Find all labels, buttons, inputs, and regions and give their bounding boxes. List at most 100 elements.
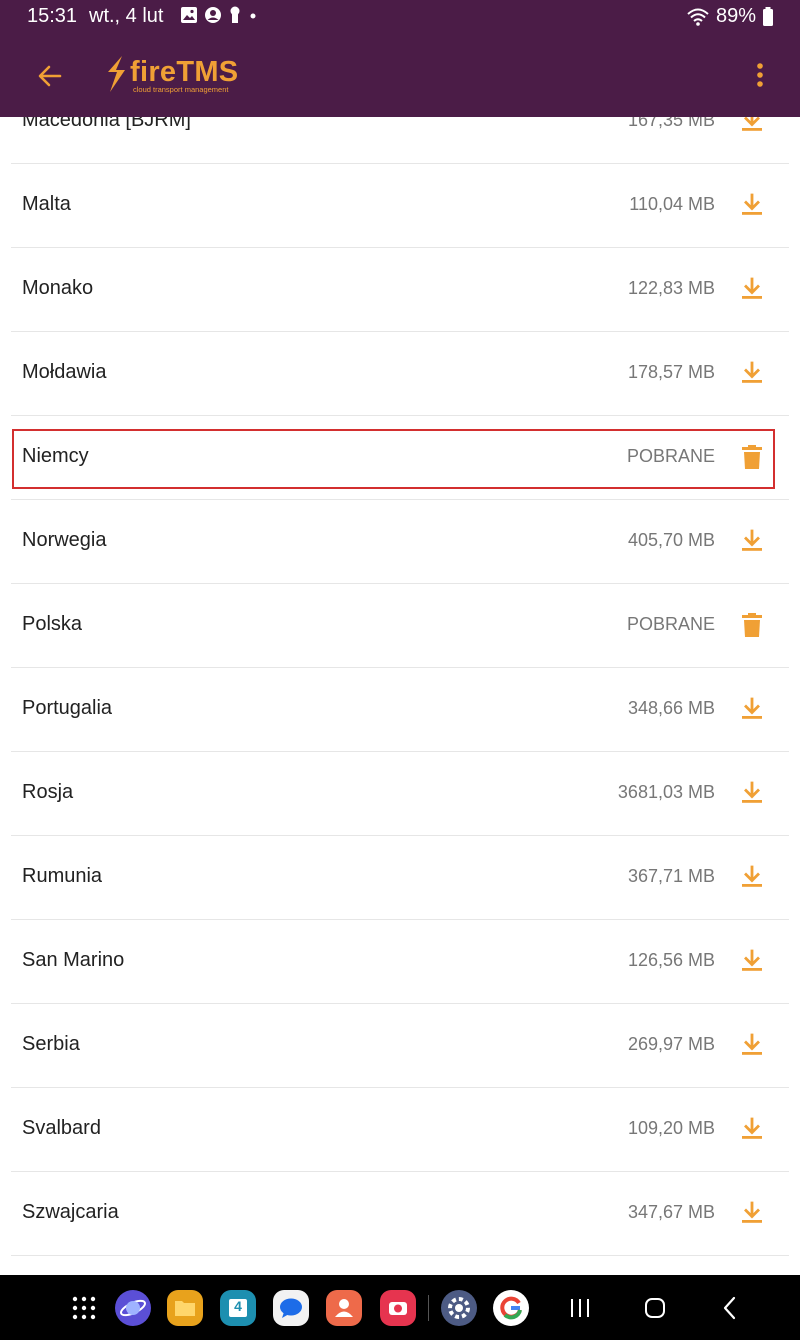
country-name: Rumunia	[22, 865, 103, 887]
list-item[interactable]: Serbia 269,97 MB	[11, 1004, 789, 1088]
calendar-app[interactable]: 4	[220, 1290, 256, 1326]
download-icon	[742, 117, 762, 131]
country-map-list[interactable]: Macedonia [BJRM] 167,35 MB Malta 110,04 MB…	[0, 117, 800, 1275]
list-item[interactable]: Monako 122,83 MB	[11, 248, 789, 332]
map-size: 269,97 MB	[627, 1034, 715, 1054]
download-icon	[742, 865, 762, 887]
apps-grid-icon	[72, 1296, 96, 1320]
download-button[interactable]	[737, 862, 767, 892]
map-size: 178,57 MB	[627, 362, 715, 382]
list-item[interactable]: Norwegia 405,70 MB	[11, 500, 789, 584]
brand-tagline: cloud transport management	[133, 85, 229, 94]
list-item[interactable]: Macedonia [BJRM] 167,35 MB	[11, 117, 789, 164]
country-name: Szwajcaria	[22, 1201, 119, 1223]
firetms-logo: fireTMS cloud transport management	[104, 55, 244, 95]
map-size: 167,35 MB	[627, 117, 715, 130]
settings-app[interactable]	[441, 1290, 477, 1326]
download-button[interactable]	[737, 358, 767, 388]
download-icon	[742, 949, 762, 971]
list-item[interactable]: Svalbard 109,20 MB	[11, 1088, 789, 1172]
system-taskbar: 4	[0, 1275, 800, 1340]
country-name: Macedonia [BJRM]	[22, 117, 191, 131]
download-status: POBRANE	[626, 446, 715, 466]
list-item[interactable]: Malta 110,04 MB	[11, 164, 789, 248]
google-icon	[500, 1296, 522, 1320]
download-button[interactable]	[737, 778, 767, 808]
map-size: 405,70 MB	[627, 530, 715, 550]
map-size: 126,56 MB	[627, 950, 715, 970]
download-icon	[742, 697, 762, 719]
delete-button[interactable]	[737, 442, 767, 472]
back-button[interactable]	[34, 60, 66, 92]
download-icon	[742, 1201, 762, 1223]
map-size: 347,67 MB	[627, 1202, 715, 1222]
chevron-left-icon	[723, 1296, 736, 1320]
download-button[interactable]	[737, 190, 767, 220]
country-name: Monako	[22, 277, 94, 299]
trash-icon	[742, 613, 762, 637]
country-name: Portugalia	[22, 697, 113, 719]
country-name: Serbia	[22, 1033, 80, 1055]
list-item[interactable]: Mołdawia 178,57 MB	[11, 332, 789, 416]
list-item[interactable]: Portugalia 348,66 MB	[11, 668, 789, 752]
contacts-app[interactable]	[326, 1290, 362, 1326]
wifi-icon	[687, 8, 709, 26]
settings-icon	[448, 1297, 470, 1319]
download-icon	[742, 361, 762, 383]
map-size: 367,71 MB	[627, 866, 715, 886]
account-icon	[205, 7, 221, 23]
country-name: Niemcy	[22, 445, 89, 467]
download-icon	[742, 529, 762, 551]
download-icon	[742, 1033, 762, 1055]
system-back-button[interactable]	[714, 1293, 746, 1323]
map-size: 109,20 MB	[627, 1118, 715, 1138]
download-button[interactable]	[737, 1198, 767, 1228]
download-icon	[742, 193, 762, 215]
camera-icon	[389, 1302, 407, 1315]
messages-icon	[280, 1298, 302, 1318]
country-name: Rosja	[22, 781, 74, 803]
battery-icon	[763, 6, 773, 26]
map-size: 110,04 MB	[629, 194, 715, 214]
folder-icon	[175, 1301, 195, 1316]
apps-grid-button[interactable]	[66, 1290, 102, 1326]
download-button[interactable]	[737, 1030, 767, 1060]
recent-apps-button[interactable]	[564, 1293, 596, 1323]
download-icon	[742, 781, 762, 803]
download-button[interactable]	[737, 694, 767, 724]
list-item[interactable]: Polska POBRANE	[11, 584, 789, 668]
samsung-internet-app[interactable]	[115, 1290, 151, 1326]
list-item[interactable]: Rosja 3681,03 MB	[11, 752, 789, 836]
contacts-icon	[335, 1299, 353, 1317]
list-item[interactable]: Rumunia 367,71 MB	[11, 836, 789, 920]
list-item[interactable]: Szwajcaria 347,67 MB	[11, 1172, 789, 1256]
gallery-icon	[181, 7, 197, 23]
delete-button[interactable]	[737, 610, 767, 640]
list-item[interactable]: Niemcy POBRANE	[11, 416, 789, 500]
more-options-button[interactable]	[748, 60, 772, 90]
home-icon	[645, 1298, 665, 1318]
google-app[interactable]	[493, 1290, 529, 1326]
home-button[interactable]	[639, 1293, 671, 1323]
download-button[interactable]	[737, 526, 767, 556]
status-bar: 15:31 wt., 4 lut 89%	[0, 0, 800, 34]
download-button[interactable]	[737, 1114, 767, 1144]
list-item[interactable]: San Marino 126,56 MB	[11, 920, 789, 1004]
download-button[interactable]	[737, 117, 767, 136]
brand-name: fireTMS	[130, 56, 239, 88]
status-date: wt., 4 lut	[89, 5, 164, 27]
download-button[interactable]	[737, 274, 767, 304]
recents-icon	[571, 1299, 589, 1317]
my-files-app[interactable]	[167, 1290, 203, 1326]
download-button[interactable]	[737, 946, 767, 976]
country-name: San Marino	[22, 949, 125, 971]
country-name: Malta	[22, 193, 71, 215]
screen-recorder-app[interactable]	[380, 1290, 416, 1326]
messages-app[interactable]	[273, 1290, 309, 1326]
samsung-internet-icon	[120, 1299, 146, 1317]
more-vert-icon	[757, 63, 763, 87]
battery-percent: 89%	[715, 5, 756, 27]
map-size: 3681,03 MB	[617, 782, 715, 802]
download-status: POBRANE	[626, 614, 715, 634]
keyhole-icon	[230, 6, 240, 23]
